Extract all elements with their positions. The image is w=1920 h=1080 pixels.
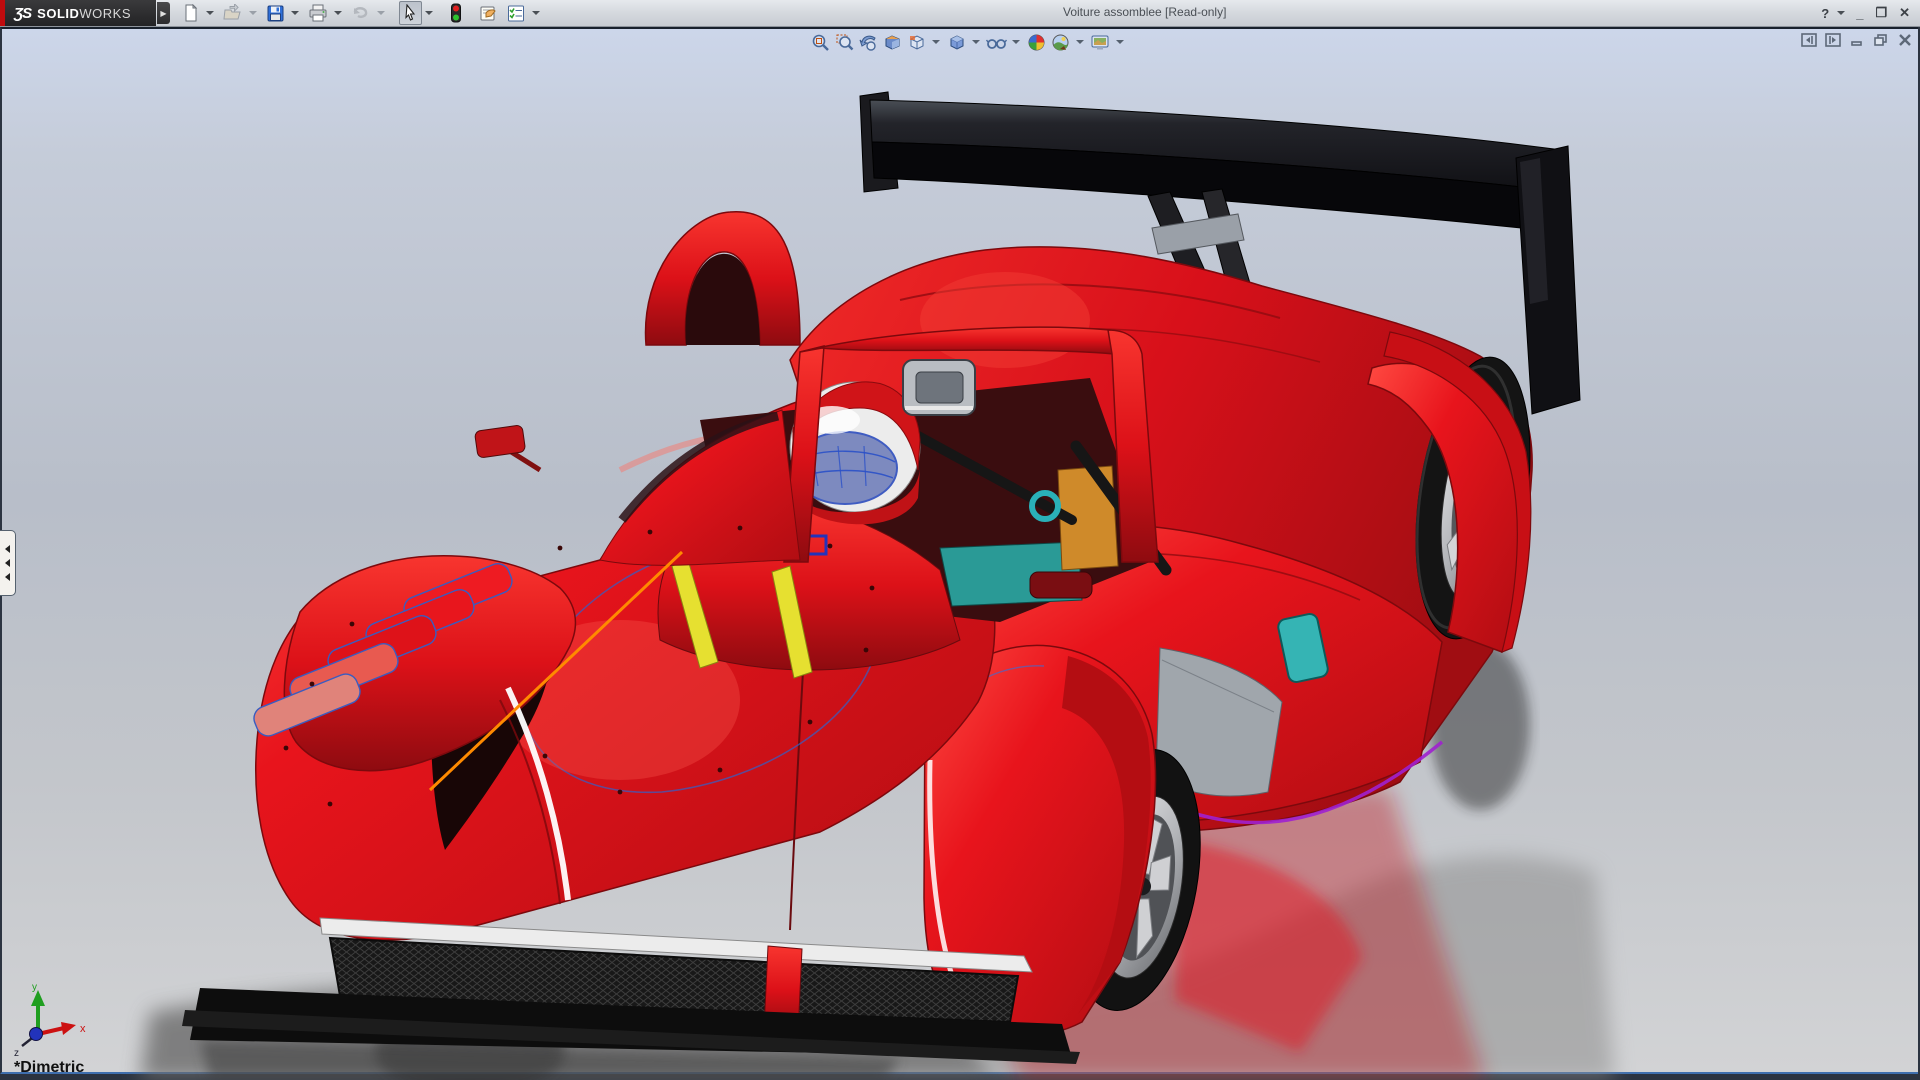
- pane-expand-right-button[interactable]: [1824, 32, 1842, 47]
- window-controls: ? _ ❐ ✕: [1815, 0, 1916, 26]
- hide-show-items-button[interactable]: [984, 31, 1008, 53]
- menu-expand-tab[interactable]: ▶: [157, 2, 170, 24]
- display-style-icon: [950, 34, 963, 50]
- rebuild-button[interactable]: [447, 1, 465, 25]
- print-dropdown-caret[interactable]: [334, 11, 342, 15]
- open-icon: [223, 4, 241, 20]
- pane-collapse-left-icon: [1801, 32, 1817, 47]
- standard-toolbar: [178, 0, 545, 26]
- orientation-triad: y x z: [14, 982, 86, 1059]
- x-axis-arrow: [61, 1022, 76, 1035]
- pane-expand-right-icon: [1825, 32, 1841, 47]
- z-axis-origin: [29, 1027, 43, 1041]
- print-icon: [309, 4, 327, 22]
- view-orientation-button[interactable]: [904, 31, 928, 53]
- logo-red-strip: [0, 0, 5, 26]
- display-style-button[interactable]: [944, 31, 968, 53]
- restore-button[interactable]: ❐: [1869, 5, 1893, 21]
- y-axis-label: y: [32, 982, 37, 993]
- feature-manager-collapse-tab[interactable]: [0, 530, 16, 596]
- window-title: Voiture assomblee [Read-only]: [1063, 5, 1227, 19]
- collapse-arrow-icon: [5, 573, 10, 581]
- section-view-icon: [885, 34, 899, 50]
- new-document-icon: [185, 4, 198, 22]
- view-orientation-label: *Dimetric: [14, 1059, 85, 1076]
- hide-show-items-caret[interactable]: [1012, 40, 1020, 44]
- view-settings-caret[interactable]: [1116, 40, 1124, 44]
- rebuild-traffic-light-icon: [451, 3, 461, 23]
- display-style-caret[interactable]: [972, 40, 980, 44]
- solidworks-logo: ƷS SOLID WORKS: [0, 0, 156, 26]
- options-checklist-icon: [508, 5, 524, 21]
- edit-appearance-icon: [1028, 34, 1044, 50]
- title-bar: ƷS SOLID WORKS ▶ Voiture assomblee [Read…: [0, 0, 1920, 27]
- apply-scene-icon: [1052, 34, 1068, 50]
- save-dropdown-caret[interactable]: [291, 11, 299, 15]
- zoom-to-fit-button[interactable]: [808, 31, 832, 53]
- zoom-to-fit-icon: [812, 34, 829, 51]
- options-dropdown-caret[interactable]: [532, 11, 540, 15]
- view-orientation-caret[interactable]: [932, 40, 940, 44]
- new-document-button[interactable]: [179, 1, 203, 25]
- select-button[interactable]: [399, 1, 422, 25]
- options-button[interactable]: [503, 1, 529, 25]
- headsup-view-toolbar: [808, 31, 1128, 53]
- view-settings-button[interactable]: [1088, 31, 1112, 53]
- x-axis-label: x: [80, 1023, 86, 1035]
- undo-dropdown-caret[interactable]: [377, 11, 385, 15]
- doc-minimize-button[interactable]: [1848, 32, 1866, 47]
- graphics-viewport[interactable]: [0, 27, 1918, 1074]
- collapse-arrow-icon: [5, 559, 10, 567]
- select-cursor-icon: [405, 4, 416, 21]
- minimize-button[interactable]: _: [1850, 6, 1869, 21]
- view-orientation-icon: [909, 34, 923, 50]
- previous-view-button[interactable]: [856, 31, 880, 53]
- hide-show-items-icon: [985, 38, 1007, 49]
- doc-minimize-icon: [1851, 40, 1862, 46]
- view-settings-icon: [1091, 35, 1109, 49]
- zoom-to-area-icon: [836, 34, 853, 50]
- doc-close-icon: [1899, 33, 1911, 46]
- previous-view-icon: [859, 35, 876, 51]
- help-button[interactable]: ?: [1815, 6, 1835, 21]
- close-button[interactable]: ✕: [1893, 5, 1916, 21]
- new-dropdown-caret[interactable]: [206, 11, 214, 15]
- doc-close-button[interactable]: [1896, 32, 1914, 47]
- apply-scene-button[interactable]: [1048, 31, 1072, 53]
- edit-appearance-button[interactable]: [1024, 31, 1048, 53]
- pane-collapse-left-button[interactable]: [1800, 32, 1818, 47]
- undo-button[interactable]: [348, 1, 374, 25]
- print-button[interactable]: [305, 1, 331, 25]
- zoom-to-area-button[interactable]: [832, 31, 856, 53]
- save-button[interactable]: [263, 1, 288, 25]
- file-properties-button[interactable]: [475, 1, 501, 25]
- document-window-controls: [1800, 32, 1914, 47]
- apply-scene-caret[interactable]: [1076, 40, 1084, 44]
- file-properties-icon: [480, 6, 496, 20]
- select-dropdown-caret[interactable]: [425, 11, 433, 15]
- open-button[interactable]: [220, 1, 246, 25]
- doc-restore-button[interactable]: [1872, 32, 1890, 47]
- help-dropdown-caret[interactable]: [1837, 11, 1846, 15]
- save-icon: [267, 5, 284, 21]
- collapse-arrow-icon: [5, 545, 10, 553]
- undo-icon: [353, 7, 368, 18]
- ds-logo-mark: ƷS: [14, 4, 32, 22]
- brand-name-solid: SOLID: [37, 5, 80, 21]
- section-view-button[interactable]: [880, 31, 904, 53]
- brand-name-works: WORKS: [79, 5, 132, 21]
- open-dropdown-caret[interactable]: [249, 11, 257, 15]
- doc-restore-icon: [1874, 33, 1887, 46]
- z-axis-label: z: [14, 1048, 19, 1059]
